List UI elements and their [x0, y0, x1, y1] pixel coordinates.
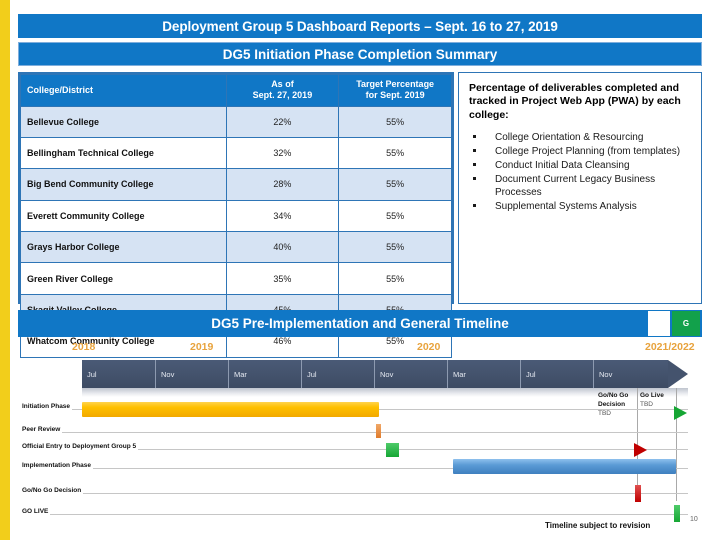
milestone-title: Go/No Go [598, 392, 629, 399]
bar-initiation-phase [82, 402, 379, 417]
list-item: College Project Planning (from templates… [469, 145, 693, 158]
cell-college: Big Bend Community College [20, 168, 227, 201]
timeline-section-title: DG5 Pre-Implementation and General Timel… [18, 310, 702, 337]
timeline-month-label: Nov [593, 360, 666, 388]
timeline-row-label: Go/No Go Decision [22, 487, 82, 494]
table-row: Grays Harbor College 40% 55% [20, 231, 452, 264]
timeline-status-spacer [648, 311, 670, 336]
slide-title: Deployment Group 5 Dashboard Reports – S… [18, 14, 702, 38]
month-band-body: Jul Nov Mar Jul Nov Mar Jul Nov [82, 360, 668, 388]
list-item-label: Conduct Initial Data Cleansing [495, 160, 630, 172]
column-header-target-line1: Target Percentage [356, 79, 435, 89]
table-row: Bellevue College 22% 55% [20, 105, 452, 138]
timeline-month-label: Mar [228, 360, 301, 388]
cell-college: Bellingham Technical College [20, 136, 227, 170]
timeline-year-label: 2021/2022 [645, 341, 695, 353]
summary-section-title: DG5 Initiation Phase Completion Summary [18, 42, 702, 66]
list-item: Document Current Legacy Business Process… [469, 173, 693, 199]
timeline-year-label: 2020 [417, 341, 441, 353]
cell-college: Green River College [20, 262, 227, 295]
timeline-milestone: Go Live TBD [640, 392, 678, 410]
cell-target-percent: 55% [338, 136, 452, 170]
timeline-month-label: Nov [374, 360, 447, 388]
timeline-year-label: 2019 [190, 341, 214, 353]
cell-target-percent: 55% [338, 262, 452, 295]
summary-table: College/District As of Sept. 27, 2019 Ta… [18, 72, 454, 358]
bullet-icon [473, 135, 476, 139]
cell-college: Grays Harbor College [20, 231, 227, 264]
timeline-row-label: GO LIVE [22, 508, 49, 515]
timeline-row-label: Initiation Phase [22, 403, 71, 410]
timeline-milestone: Go/No Go Decision TBD [598, 392, 636, 418]
milestone-title-line2: Decision [598, 400, 626, 408]
list-item: Supplemental Systems Analysis [469, 200, 693, 213]
marker-go-live [674, 505, 680, 522]
cell-target-percent: 55% [338, 199, 452, 233]
column-header-target: Target Percentage for Sept. 2019 [338, 74, 452, 107]
table-row: Everett Community College 34% 55% [20, 199, 452, 233]
cell-as-of-percent: 34% [225, 199, 340, 233]
marker-peer-review [376, 424, 381, 438]
bullet-icon [473, 177, 476, 181]
cell-target-percent: 55% [338, 231, 452, 264]
left-accent-bar [0, 0, 10, 540]
cell-as-of-percent: 28% [225, 168, 340, 201]
list-item-label: Document Current Legacy Business Process… [495, 174, 656, 199]
notes-panel: Percentage of deliverables completed and… [458, 72, 702, 304]
timeline-month-band: Jul Nov Mar Jul Nov Mar Jul Nov [82, 360, 688, 388]
milestone-title: Go Live [640, 392, 664, 399]
list-item-label: College Orientation & Resourcing [495, 132, 644, 144]
month-band-arrow [668, 360, 688, 388]
timeline-row-label: Implementation Phase [22, 462, 91, 469]
list-item-label: College Project Planning (from templates… [495, 146, 681, 158]
cell-college: Everett Community College [20, 199, 227, 233]
bar-implementation-phase [453, 459, 676, 474]
timeline-footnote: Timeline subject to revision [545, 521, 651, 530]
timeline-month-label: Nov [155, 360, 228, 388]
marker-go-no-go-decision [635, 485, 641, 502]
milestone-subtitle: TBD [640, 400, 653, 408]
cell-college: Bellevue College [20, 105, 227, 138]
timeline-row-label: Peer Review [22, 426, 61, 433]
cell-as-of-percent: 35% [225, 262, 340, 295]
notes-heading: Percentage of deliverables completed and… [469, 82, 681, 121]
arrow-red-icon [634, 443, 647, 457]
timeline-row-rule [50, 514, 688, 515]
cell-target-percent: 55% [338, 168, 452, 201]
page-number: 10 [690, 516, 698, 523]
column-header-as-of-line1: As of [271, 79, 294, 89]
column-header-as-of-line2: Sept. 27, 2019 [252, 90, 313, 101]
timeline-row-rule [138, 449, 688, 450]
table-header-row: College/District As of Sept. 27, 2019 Ta… [20, 74, 452, 107]
table-row: Big Bend Community College 28% 55% [20, 168, 452, 201]
cell-target-percent: 55% [338, 105, 452, 138]
timeline-month-label: Jul [520, 360, 593, 388]
milestone-subtitle: TBD [598, 409, 611, 417]
bullet-icon [473, 149, 476, 153]
bullet-icon [473, 163, 476, 167]
timeline-row-rule [83, 493, 688, 494]
timeline-month-label: Jul [87, 369, 97, 379]
column-header-as-of: As of Sept. 27, 2019 [225, 74, 340, 107]
timeline-row-rule [62, 432, 688, 433]
notes-list: College Orientation & Resourcing College … [469, 131, 693, 213]
timeline-row-label: Official Entry to Deployment Group 5 [22, 443, 137, 450]
table-row: Bellingham Technical College 32% 55% [20, 136, 452, 170]
timeline-month-label: Jul [301, 360, 374, 388]
column-header-target-line2: for Sept. 2019 [365, 90, 425, 101]
bullet-icon [473, 204, 476, 208]
list-item: Conduct Initial Data Cleansing [469, 159, 693, 172]
list-item-label: Supplemental Systems Analysis [495, 201, 637, 213]
cell-as-of-percent: 22% [225, 105, 340, 138]
cell-as-of-percent: 32% [225, 136, 340, 170]
list-item: College Orientation & Resourcing [469, 131, 693, 144]
marker-official-entry [386, 443, 399, 457]
timeline-year-label: 2018 [72, 341, 96, 353]
timeline-status-badge: G [672, 311, 700, 336]
table-row: Green River College 35% 55% [20, 262, 452, 295]
column-header-college: College/District [20, 74, 227, 107]
timeline-month-label: Mar [447, 360, 520, 388]
cell-as-of-percent: 40% [225, 231, 340, 264]
